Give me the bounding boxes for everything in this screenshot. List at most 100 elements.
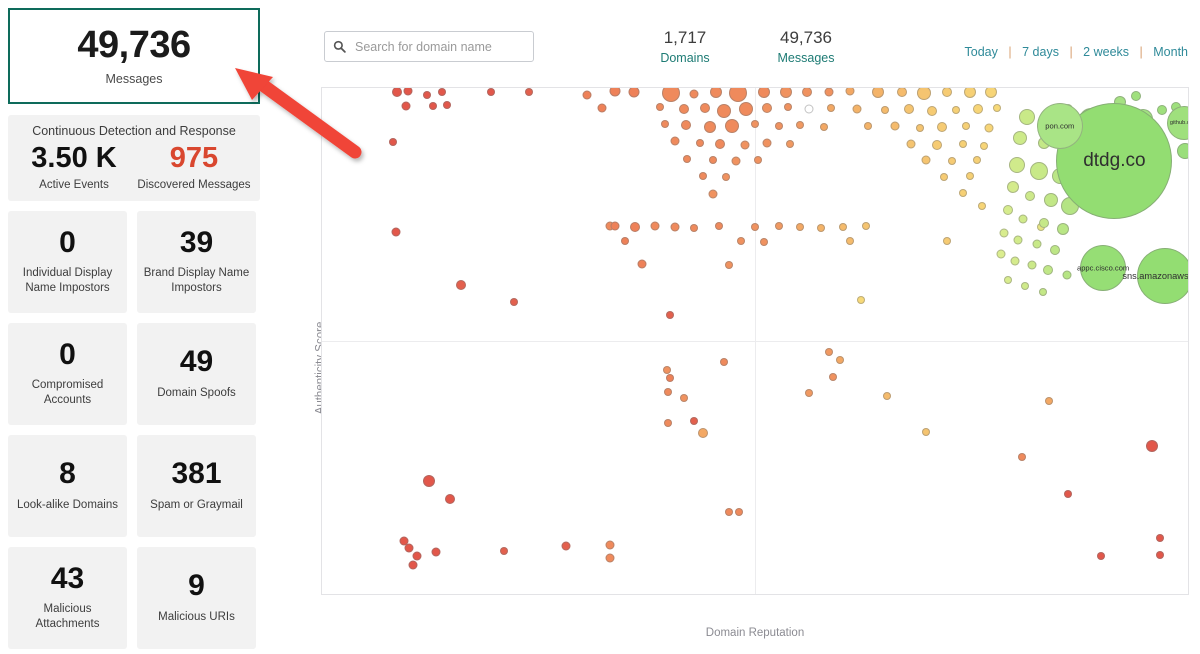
scatter-bubble[interactable] [757,88,770,99]
scatter-bubble[interactable] [984,88,997,98]
scatter-bubble[interactable] [759,237,768,246]
scatter-bubble[interactable] [404,543,414,553]
tile-brand-display-name-impostors[interactable]: 39 Brand Display Name Impostors [137,211,256,314]
scatter-bubble[interactable] [1131,91,1142,102]
scatter-bubble[interactable] [486,88,495,97]
scatter-bubble[interactable] [835,356,844,365]
scatter-bubble[interactable] [1003,276,1012,285]
scatter-bubble[interactable] [721,173,730,182]
scatter-bubble[interactable] [999,228,1009,238]
scatter-bubble[interactable] [609,88,621,97]
scatter-bubble[interactable] [785,139,794,148]
scatter-bubble[interactable] [984,123,994,133]
scatter-bubble[interactable] [689,89,699,99]
scatter-bubble[interactable] [979,141,988,150]
scatter-bubble[interactable] [597,103,607,113]
scatter-bubble[interactable] [1042,265,1053,276]
scatter-bubble[interactable] [751,222,759,231]
scatter-bubble[interactable] [679,393,688,402]
scatter-bubble[interactable] [762,103,773,114]
scatter-bubble[interactable] [445,493,456,504]
scatter-bubble[interactable] [1157,105,1168,116]
scatter-bubble[interactable] [754,155,763,164]
scatter-bubble[interactable] [951,105,960,114]
range-option-2-weeks[interactable]: 2 weeks [1081,45,1131,59]
scatter-bubble[interactable] [637,259,647,269]
scatter-bubble[interactable] [846,236,855,245]
scatter-bubble[interactable] [796,121,805,130]
scatter-bubble[interactable] [655,103,664,112]
scatter-bubble[interactable] [408,560,418,570]
scatter-bubble[interactable] [703,121,716,134]
scatter-bubble[interactable] [739,102,754,117]
scatter-bubble[interactable] [820,123,829,132]
scatter-bubble[interactable] [804,388,813,397]
range-option-month[interactable]: Month [1151,45,1190,59]
scatter-bubble[interactable] [442,101,451,110]
scatter-bubble[interactable] [796,222,805,231]
scatter-bubble[interactable] [921,155,931,165]
range-option-7-days[interactable]: 7 days [1020,45,1061,59]
continuous-detection-card[interactable]: Continuous Detection and Response 3.50 K… [8,115,260,202]
scatter-bubble[interactable] [389,138,397,147]
scatter-bubble[interactable] [816,223,825,232]
scatter-bubble[interactable] [716,103,731,118]
scatter-bubble[interactable] [524,88,533,97]
scatter-bubble[interactable] [610,221,620,231]
scatter-bubble[interactable] [719,358,728,367]
scatter-bubble[interactable] [690,223,699,232]
scatter-bubble[interactable] [937,122,948,133]
active-events-metric[interactable]: 3.50 K Active Events [14,143,134,192]
scatter-bubble[interactable] [1062,270,1072,280]
scatter-bubble[interactable] [699,172,708,181]
scatter-bubble[interactable] [783,103,792,112]
scatter-bubble[interactable] [391,227,401,237]
scatter-bubble[interactable] [695,138,704,147]
scatter-bubble[interactable] [973,104,984,115]
scatter-bubble[interactable] [775,122,784,131]
scatter-bubble[interactable] [958,139,967,148]
scatter-bubble[interactable] [715,138,726,149]
scatter-bubble[interactable] [904,104,915,115]
tile-spam-or-graymail[interactable]: 381 Spam or Graymail [137,435,256,538]
scatter-bubble[interactable] [660,120,669,129]
scatter-bubble[interactable] [751,120,759,129]
scatter-bubble[interactable] [690,416,699,425]
scatter-bubble[interactable] [827,104,836,113]
tile-domain-spoofs[interactable]: 49 Domain Spoofs [137,323,256,426]
hero-messages-card[interactable]: 49,736 Messages [8,8,260,104]
scatter-bubble[interactable] [664,418,673,427]
domain-search-box[interactable] [324,31,534,62]
scatter-bubble[interactable] [828,373,837,382]
scatter-bubble[interactable] [1030,161,1049,180]
search-input[interactable] [353,38,525,55]
scatter-bubble[interactable] [735,508,744,517]
scatter-bubble[interactable] [428,102,437,111]
scatter-bubble[interactable] [897,88,908,97]
scatter-bubble[interactable] [825,348,834,357]
scatter-bubble[interactable] [699,103,710,114]
scatter-bubble[interactable] [943,236,952,245]
scatter-bubble[interactable] [401,101,411,111]
scatter-bubble-labeled[interactable] [1166,106,1188,141]
scatter-bubble[interactable] [661,88,680,103]
scatter-bubble[interactable] [1038,288,1047,297]
scatter-bubble[interactable] [1013,235,1023,245]
scatter-bubble[interactable] [650,221,660,231]
scatter-bubble[interactable] [845,88,855,96]
scatter-bubble[interactable] [931,139,942,150]
scatter-bubble[interactable] [628,88,640,98]
scatter-bubble[interactable] [882,391,891,400]
scatter-bubble[interactable] [422,475,435,488]
scatter-bubble[interactable] [431,547,441,557]
scatter-bubble[interactable] [561,541,571,551]
scatter-bubble[interactable] [965,172,974,181]
scatter-bubble[interactable] [1021,282,1030,291]
scatter-bubble[interactable] [403,88,413,96]
scatter-bubble[interactable] [958,189,967,198]
scatter-bubble[interactable] [1032,239,1042,249]
scatter-bubble[interactable] [1176,142,1188,159]
scatter-bubble[interactable] [1057,222,1070,235]
scatter-bubble[interactable] [856,295,865,304]
scatter-bubble[interactable] [993,104,1002,113]
